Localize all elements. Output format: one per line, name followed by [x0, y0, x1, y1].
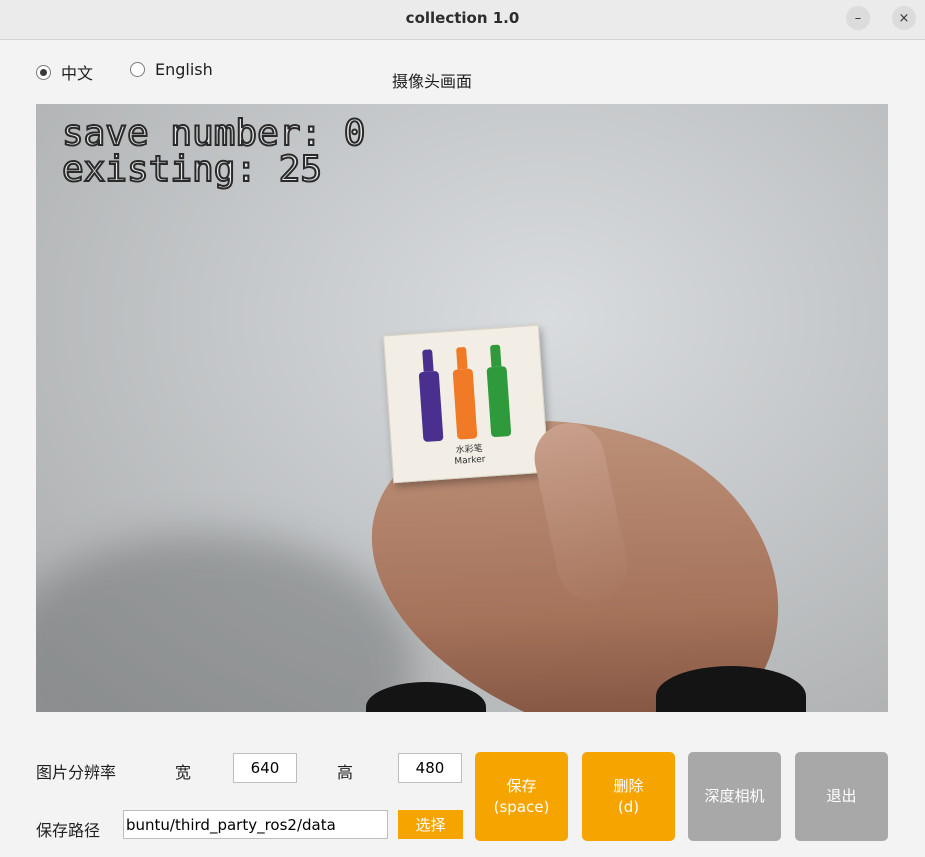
camera-title: 摄像头画面: [392, 72, 473, 91]
language-radio-chinese[interactable]: 中文: [36, 60, 93, 84]
height-label: 高: [337, 763, 354, 782]
shadow: [36, 534, 416, 712]
choose-path-button[interactable]: 选择: [398, 810, 463, 839]
language-label-chinese: 中文: [61, 64, 94, 83]
width-input[interactable]: [233, 753, 297, 783]
delete-button[interactable]: 删除 (d): [582, 752, 675, 841]
marker-card-image: 水彩笔 Marker: [383, 324, 549, 484]
radio-unchecked-icon[interactable]: [130, 62, 145, 77]
minimize-button[interactable]: –: [846, 6, 870, 30]
save-button-label: 保存: [506, 777, 537, 796]
save-number-overlay: save number: 0: [61, 113, 366, 154]
radio-checked-icon[interactable]: [36, 64, 51, 80]
save-button[interactable]: 保存 (space): [475, 752, 568, 841]
existing-count-overlay: existing: 25: [61, 149, 323, 190]
depth-camera-button-label: 深度相机: [704, 787, 765, 806]
purple-marker: [418, 370, 444, 443]
language-label-english: English: [155, 60, 213, 79]
resolution-label: 图片分辨率: [36, 763, 117, 782]
save-path-label: 保存路径: [36, 821, 101, 840]
camera-view: 水彩笔 Marker save number: 0 existing: 25: [36, 104, 888, 712]
exit-button-label: 退出: [826, 787, 857, 806]
window-title: collection 1.0: [405, 9, 520, 27]
exit-button[interactable]: 退出: [795, 752, 888, 841]
green-marker: [486, 366, 512, 438]
height-input[interactable]: [398, 753, 462, 783]
language-radio-english[interactable]: English: [130, 60, 213, 79]
width-label: 宽: [175, 763, 192, 782]
save-path-input[interactable]: [123, 810, 388, 839]
title-bar: collection 1.0 – ×: [0, 0, 925, 40]
delete-button-hint: (d): [617, 797, 640, 816]
card-caption: 水彩笔 Marker: [392, 440, 547, 472]
close-button[interactable]: ×: [892, 6, 916, 30]
delete-button-label: 删除: [613, 777, 644, 796]
save-button-hint: (space): [493, 797, 550, 816]
orange-marker: [452, 368, 478, 440]
depth-camera-button[interactable]: 深度相机: [688, 752, 781, 841]
minimize-icon: –: [854, 10, 862, 26]
close-icon: ×: [898, 10, 910, 26]
